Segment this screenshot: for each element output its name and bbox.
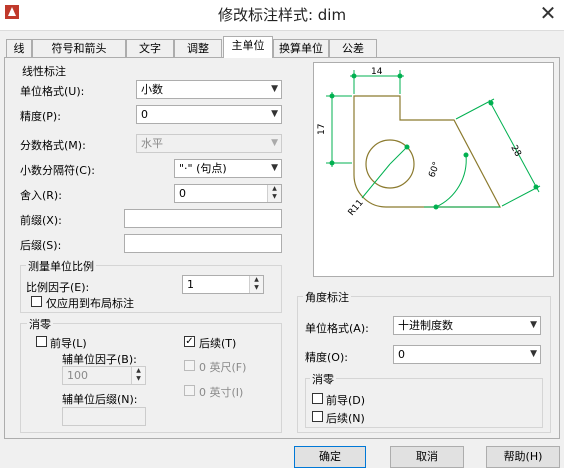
scale-group-title: 测量单位比例 — [26, 258, 96, 274]
dim-radius-text: R11 — [347, 198, 366, 218]
round-off-label: 舍入(R): — [20, 189, 62, 202]
spin-down-icon: ▼ — [136, 375, 141, 382]
precision-select[interactable]: 0 ▼ — [136, 105, 282, 124]
layout-only-label: 仅应用到布局标注 — [46, 297, 134, 310]
chevron-down-icon: ▼ — [271, 84, 278, 94]
spin-up-icon[interactable]: ▲ — [268, 185, 281, 193]
close-icon[interactable]: ✕ — [535, 1, 561, 25]
scale-factor-label: 比例因子(E): — [26, 281, 90, 294]
scale-factor-input[interactable]: 1 ▲ ▼ — [182, 275, 264, 294]
precision-label: 精度(P): — [20, 110, 61, 123]
spinner[interactable]: ▲ ▼ — [267, 185, 281, 202]
decimal-separator-select[interactable]: "·" (句点) ▼ — [174, 159, 282, 178]
fraction-format-select: 水平 ▼ — [136, 134, 282, 153]
suffix-label: 后缀(S): — [20, 239, 62, 252]
spin-down-icon[interactable]: ▼ — [250, 284, 263, 292]
angular-unit-format-select[interactable]: 十进制度数 ▼ — [393, 316, 541, 335]
angular-zero-title: 消零 — [310, 371, 336, 387]
tab-lines[interactable]: 线 — [6, 39, 32, 57]
sub-unit-factor-input: 100 ▲ ▼ — [62, 366, 146, 385]
decimal-separator-label: 小数分隔符(C): — [20, 164, 95, 177]
round-off-input[interactable]: 0 ▲ ▼ — [174, 184, 282, 203]
angular-unit-format-label: 单位格式(A): — [305, 322, 369, 335]
tab-symbols-arrows[interactable]: 符号和箭头 — [32, 39, 126, 57]
zero-feet-label: 0 英尺(F) — [199, 361, 247, 374]
zero-suppression-title: 消零 — [27, 316, 53, 332]
spin-down-icon[interactable]: ▼ — [268, 193, 281, 201]
spin-up-icon: ▲ — [136, 367, 141, 374]
fraction-format-label: 分数格式(M): — [20, 139, 86, 152]
angular-leading-label: 前导(D) — [326, 394, 366, 407]
dim-top-text: 14 — [371, 67, 383, 77]
leading-zero-label: 前导(L) — [50, 337, 87, 350]
sub-unit-suffix-label: 辅单位后缀(N): — [62, 393, 138, 406]
tab-alternate-units[interactable]: 换算单位 — [273, 39, 329, 57]
unit-format-select[interactable]: 小数 ▼ — [136, 80, 282, 99]
zero-feet-checkbox — [184, 360, 195, 371]
tab-tolerances[interactable]: 公差 — [329, 39, 377, 57]
angular-trailing-label: 后续(N) — [326, 412, 365, 425]
chevron-down-icon: ▼ — [271, 109, 278, 119]
dim-left-text: 17 — [317, 124, 327, 135]
window-title: 修改标注样式: dim — [217, 6, 347, 24]
angular-precision-select[interactable]: 0 ▼ — [393, 345, 541, 364]
chevron-down-icon: ▼ — [530, 320, 537, 330]
prefix-label: 前缀(X): — [20, 214, 62, 227]
unit-format-label: 单位格式(U): — [20, 85, 85, 98]
spin-up-icon[interactable]: ▲ — [250, 276, 263, 284]
checkmark-icon: ✓ — [185, 336, 194, 347]
angular-group-title: 角度标注 — [303, 289, 351, 305]
leading-zero-checkbox[interactable] — [36, 336, 47, 347]
angular-leading-checkbox[interactable] — [312, 393, 323, 404]
chevron-down-icon: ▼ — [530, 349, 537, 359]
spinner: ▲ ▼ — [131, 367, 145, 384]
angular-trailing-checkbox[interactable] — [312, 411, 323, 422]
dimension-preview-drawing: 14 17 28 60° R11 — [317, 67, 541, 218]
zero-inches-label: 0 英寸(I) — [199, 386, 244, 399]
layout-only-checkbox[interactable] — [31, 296, 42, 307]
chevron-down-icon: ▼ — [271, 138, 278, 148]
dim-angle-text: 60° — [427, 161, 442, 179]
chevron-down-icon: ▼ — [271, 163, 278, 173]
suffix-input[interactable] — [124, 234, 282, 253]
tab-text[interactable]: 文字 — [126, 39, 174, 57]
zero-inches-checkbox — [184, 385, 195, 396]
prefix-input[interactable] — [124, 209, 282, 228]
spinner[interactable]: ▲ ▼ — [249, 276, 263, 293]
sub-unit-suffix-input — [62, 407, 146, 426]
trailing-zero-checkbox[interactable]: ✓ — [184, 336, 195, 347]
tab-fit[interactable]: 调整 — [174, 39, 222, 57]
preview-pane: 14 17 28 60° R11 — [313, 62, 554, 277]
tab-primary-units[interactable]: 主单位 — [223, 36, 273, 58]
linear-group-title: 线性标注 — [22, 65, 66, 78]
angular-precision-label: 精度(O): — [305, 351, 348, 364]
sub-unit-factor-label: 辅单位因子(B): — [62, 353, 137, 366]
preview-shape-outline — [353, 95, 501, 208]
dim-diagonal-text: 28 — [508, 144, 522, 159]
trailing-zero-label: 后续(T) — [199, 337, 237, 350]
